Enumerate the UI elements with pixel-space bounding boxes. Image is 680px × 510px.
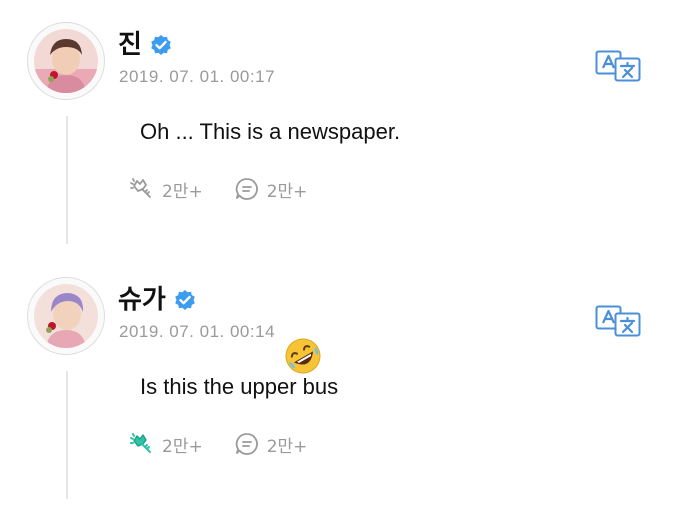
author-name[interactable]: 진 bbox=[118, 32, 142, 58]
author-name[interactable]: 슈가 bbox=[118, 287, 166, 313]
timestamp: 2019. 07. 01. 00:14 bbox=[119, 322, 276, 341]
verified-badge-icon bbox=[174, 289, 196, 311]
comment-button[interactable]: 2만+ bbox=[233, 175, 308, 203]
translate-icon[interactable] bbox=[595, 305, 641, 337]
comment-count: 2만+ bbox=[266, 181, 308, 202]
cheer-count: 2만+ bbox=[162, 181, 203, 202]
author-row: 진 bbox=[118, 28, 172, 62]
author-row: 슈가 bbox=[118, 283, 196, 317]
rolling-on-the-floor-laughing-emoji bbox=[283, 336, 323, 376]
comment-icon bbox=[233, 175, 261, 203]
post-card: 진 2019. 07. 01. 00:17 Oh ... This is a n… bbox=[0, 0, 680, 255]
thread-line bbox=[66, 371, 68, 499]
cheer-button[interactable]: 2만+ bbox=[128, 175, 203, 203]
profile-photo bbox=[34, 284, 98, 348]
comment-button[interactable]: 2만+ bbox=[233, 430, 308, 458]
cheer-button[interactable]: 2만+ bbox=[128, 430, 203, 458]
post-actions: 2만+ 2만+ bbox=[128, 430, 307, 458]
post-text: Oh ... This is a newspaper. bbox=[140, 119, 401, 144]
avatar[interactable] bbox=[27, 277, 105, 355]
comment-icon bbox=[233, 430, 261, 458]
lightstick-icon bbox=[128, 175, 156, 203]
timestamp: 2019. 07. 01. 00:17 bbox=[119, 67, 276, 86]
translate-icon[interactable] bbox=[595, 50, 641, 82]
post-card: 슈가 2019. 07. 01. 00:14 Is this the upper… bbox=[0, 255, 680, 510]
verified-badge-icon bbox=[150, 34, 172, 56]
lightstick-icon bbox=[128, 430, 156, 458]
post-actions: 2만+ 2만+ bbox=[128, 175, 307, 203]
thread-line bbox=[66, 116, 68, 244]
post-text: Is this the upper bus bbox=[140, 374, 339, 399]
avatar[interactable] bbox=[27, 22, 105, 100]
profile-photo bbox=[34, 29, 98, 93]
cheer-count: 2만+ bbox=[162, 436, 203, 457]
comment-count: 2만+ bbox=[266, 436, 308, 457]
